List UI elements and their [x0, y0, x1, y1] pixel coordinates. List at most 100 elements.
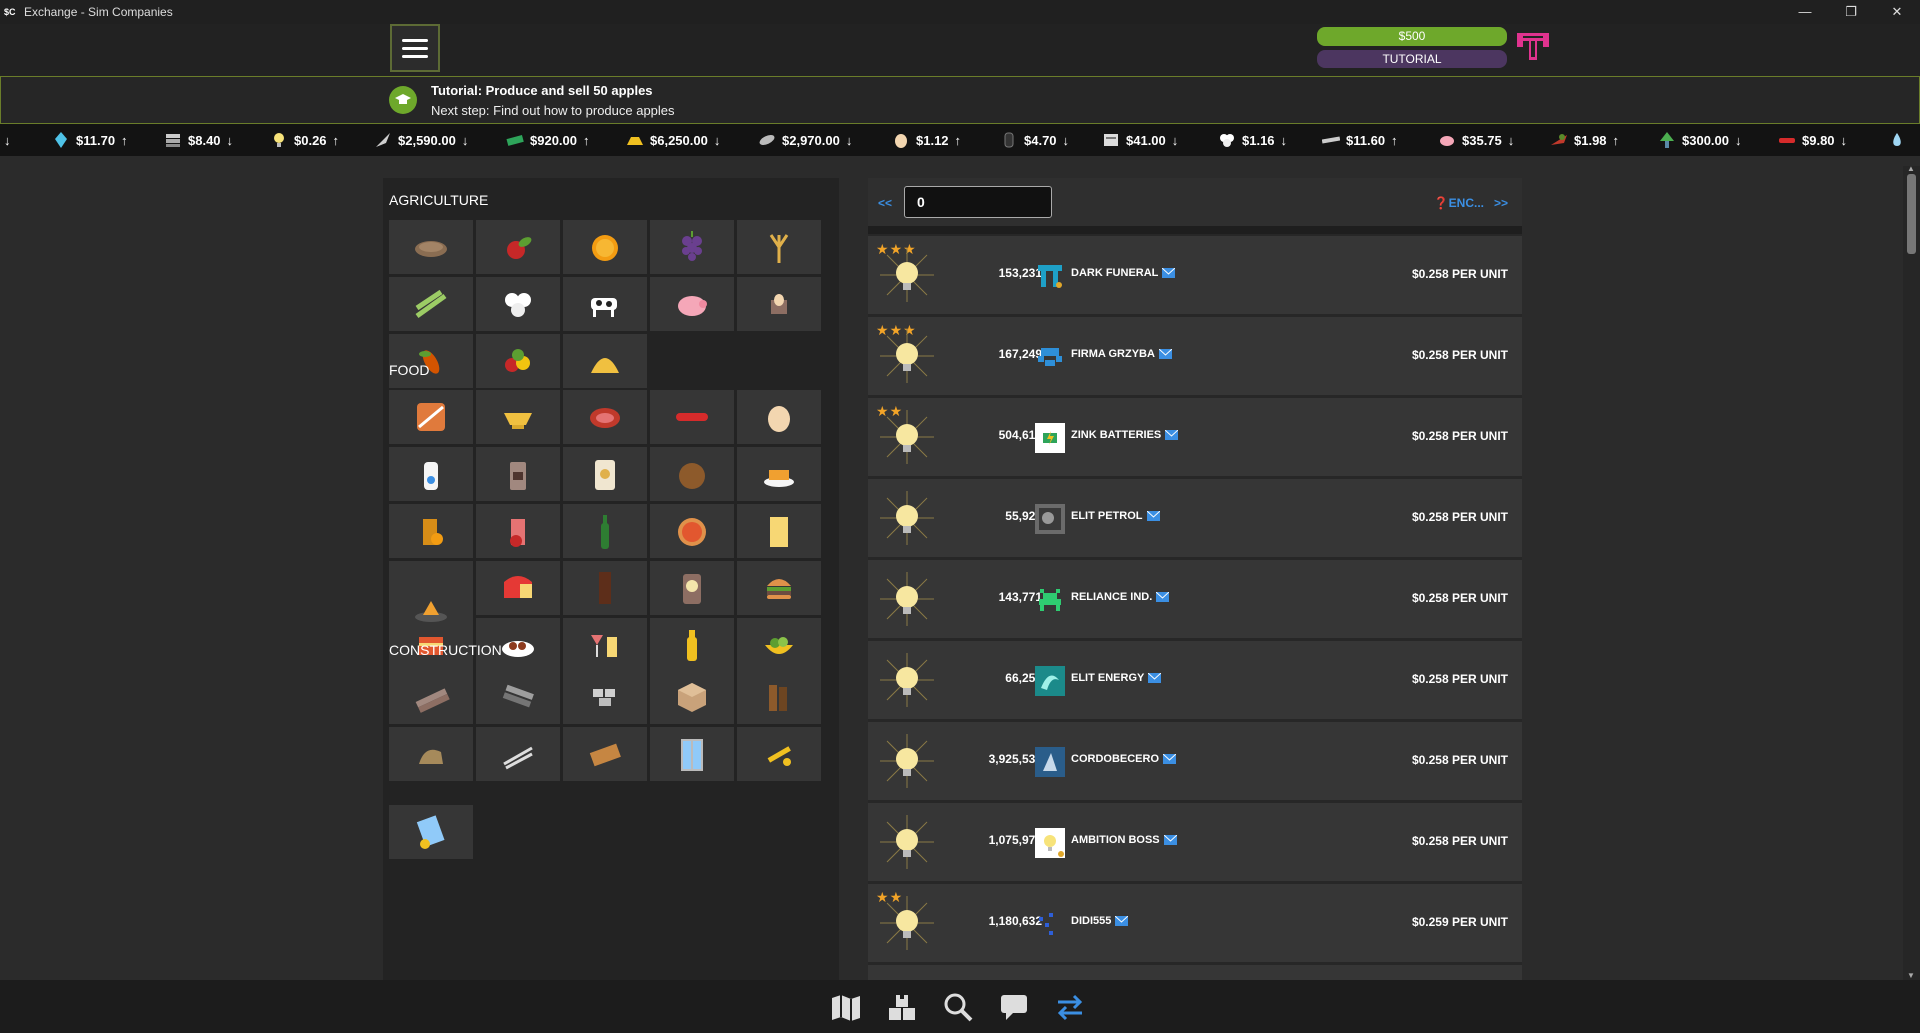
quantity-input[interactable]	[904, 186, 1052, 218]
resource-bread[interactable]	[389, 390, 473, 444]
scroll-up-icon[interactable]: ▲	[1907, 164, 1915, 173]
resource-egg[interactable]	[737, 390, 821, 444]
resource-apple[interactable]	[476, 220, 560, 274]
company-logo-icon[interactable]	[1515, 30, 1551, 62]
listing-row[interactable]: 143,771 RELIANCE IND. $0.258 PER UNIT	[868, 560, 1522, 638]
resource-milk[interactable]	[389, 447, 473, 501]
mail-icon[interactable]	[1165, 430, 1179, 440]
company-logo-icon[interactable]	[1035, 342, 1065, 372]
resource-orange-juice[interactable]	[389, 504, 473, 558]
ticker-item[interactable]: $35.75 ↓	[1438, 124, 1514, 156]
company-name-link[interactable]: RELIANCE IND.	[1071, 591, 1170, 603]
company-name-link[interactable]: AMBITION BOSS	[1071, 834, 1177, 846]
resource-wood[interactable]	[737, 670, 821, 724]
page-scrollbar[interactable]: ▲ ▼	[1903, 164, 1920, 980]
ticker-item[interactable]: $6,250.00 ↓	[626, 124, 720, 156]
minimize-button[interactable]: —	[1782, 0, 1828, 24]
resource-cow[interactable]	[563, 277, 647, 331]
resource-cement[interactable]	[650, 670, 734, 724]
scroll-down-icon[interactable]: ▼	[1907, 971, 1915, 980]
resource-fries[interactable]	[737, 447, 821, 501]
company-name-link[interactable]: FIRMA GRZYBA	[1071, 348, 1172, 360]
listing-row[interactable]: 1,075,977 AMBITION BOSS $0.258 PER UNIT	[868, 803, 1522, 881]
resource-sausages[interactable]	[650, 390, 734, 444]
previous-page-button[interactable]: <<	[878, 196, 892, 210]
mail-icon[interactable]	[1162, 268, 1176, 278]
mail-icon[interactable]	[1115, 916, 1129, 926]
resource-glass[interactable]	[389, 805, 473, 859]
company-name-link[interactable]: CORDOBECERO	[1071, 753, 1177, 765]
ticker-item[interactable]: $11.60 ↑	[1322, 124, 1398, 156]
ticker-item[interactable]: $2,590.00 ↓	[374, 124, 468, 156]
money-balance[interactable]: $500	[1317, 27, 1507, 46]
encyclopedia-link[interactable]: ❓ENC...	[1434, 196, 1484, 210]
resource-grapes[interactable]	[650, 220, 734, 274]
ticker-item[interactable]: $1.16 ↓	[1218, 124, 1287, 156]
company-name-link[interactable]: DIDI555	[1071, 915, 1129, 927]
resource-windows[interactable]	[650, 727, 734, 781]
resource-planks[interactable]	[389, 670, 473, 724]
resource-reinforced-concrete[interactable]	[476, 727, 560, 781]
ticker-item[interactable]: $1.98 ↑	[1550, 124, 1619, 156]
ticker-item[interactable]: $1.12 ↑	[892, 124, 961, 156]
company-logo-icon[interactable]	[1035, 666, 1065, 696]
ticker-item[interactable]: $9.80 ↓	[1778, 124, 1847, 156]
resource-flour[interactable]	[563, 447, 647, 501]
resource-pig[interactable]	[650, 277, 734, 331]
close-button[interactable]: ✕	[1874, 0, 1920, 24]
map-icon[interactable]	[830, 992, 862, 1022]
resource-bricks[interactable]	[563, 670, 647, 724]
company-name-link[interactable]: ELIT PETROL	[1071, 510, 1160, 522]
mail-icon[interactable]	[1163, 754, 1177, 764]
ticker-item[interactable]: ↓	[4, 124, 11, 156]
scroll-thumb[interactable]	[1907, 174, 1916, 254]
resource-wheat[interactable]	[737, 220, 821, 274]
resource-steak[interactable]	[563, 390, 647, 444]
company-name-link[interactable]: ELIT ENERGY	[1071, 672, 1162, 684]
resource-pie[interactable]	[650, 447, 734, 501]
ticker-item[interactable]: $920.00 ↑	[506, 124, 590, 156]
next-page-button[interactable]: >>	[1494, 196, 1508, 210]
mail-icon[interactable]	[1148, 673, 1162, 683]
company-name-link[interactable]: DARK FUNERAL	[1071, 267, 1176, 279]
listing-row[interactable]: 66,256 ELIT ENERGY $0.258 PER UNIT	[868, 641, 1522, 719]
warehouse-icon[interactable]	[886, 992, 918, 1022]
resource-eggs[interactable]	[737, 277, 821, 331]
resource-vegetables[interactable]	[476, 334, 560, 388]
resource-pizza[interactable]	[650, 504, 734, 558]
mail-icon[interactable]	[1146, 511, 1160, 521]
tutorial-bar[interactable]: Tutorial: Produce and sell 50 apples Nex…	[0, 76, 1920, 124]
ticker-item[interactable]: $2,970.00 ↓	[758, 124, 852, 156]
resource-cotton[interactable]	[476, 277, 560, 331]
resource-board[interactable]	[563, 727, 647, 781]
ticker-item[interactable]: $0.26 ↑	[270, 124, 339, 156]
mail-icon[interactable]	[1156, 592, 1170, 602]
resource-ginger-beer[interactable]	[563, 504, 647, 558]
resource-orange[interactable]	[563, 220, 647, 274]
listing-row[interactable]: 55,926 ELIT PETROL $0.258 PER UNIT	[868, 479, 1522, 557]
company-logo-icon[interactable]	[1035, 504, 1065, 534]
resource-cocoa[interactable]	[389, 334, 473, 388]
company-logo-icon[interactable]	[1035, 747, 1065, 777]
resource-samosa[interactable]	[389, 582, 473, 636]
exchange-icon[interactable]	[1054, 992, 1086, 1022]
resource-seeds[interactable]	[389, 220, 473, 274]
mail-icon[interactable]	[1163, 835, 1177, 845]
listing-row-partial[interactable]	[868, 965, 1522, 980]
chat-icon[interactable]	[998, 992, 1030, 1022]
tutorial-badge[interactable]: TUTORIAL	[1317, 50, 1507, 68]
ticker-item[interactable]: $300.00 ↓	[1658, 124, 1742, 156]
listing-row[interactable]: 3,925,532 CORDOBECERO $0.258 PER UNIT	[868, 722, 1522, 800]
mail-icon[interactable]	[1158, 349, 1172, 359]
resource-juice-box[interactable]	[737, 504, 821, 558]
listing-row[interactable]: ★ ★ 504,614 ZINK BATTERIES $0.258 PER UNI…	[868, 398, 1522, 476]
ticker-item[interactable]: $11.70 ↑	[52, 124, 128, 156]
listing-row[interactable]: ★ ★ ★ 153,231 DARK FUNERAL $0.258 PER UNIT	[868, 236, 1522, 314]
resource-sugarcane[interactable]	[389, 277, 473, 331]
company-logo-icon[interactable]	[1035, 261, 1065, 291]
maximize-button[interactable]: ❐	[1828, 0, 1874, 24]
resource-sauce[interactable]	[476, 390, 560, 444]
company-logo-icon[interactable]	[1035, 828, 1065, 858]
ticker-item[interactable]	[1888, 124, 1906, 156]
search-icon[interactable]	[942, 992, 974, 1022]
